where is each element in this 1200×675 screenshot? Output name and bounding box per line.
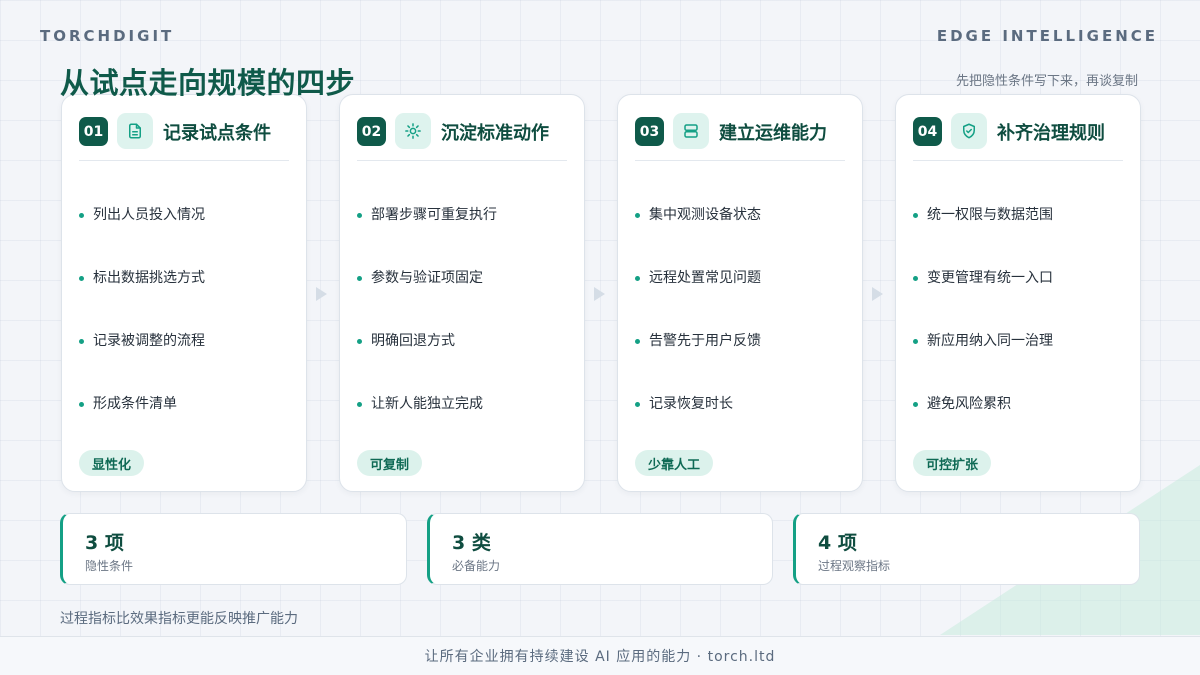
document-icon <box>117 113 153 149</box>
step-card-header: 01 记录试点条件 <box>79 111 289 161</box>
bullet-dot <box>357 276 362 281</box>
step-card-header: 03 建立运维能力 <box>635 111 845 161</box>
bullet-dot <box>635 276 640 281</box>
step-tag: 显性化 <box>79 450 145 476</box>
page-title: 从试点走向规模的四步 <box>60 66 356 100</box>
bullet-dot <box>79 339 84 344</box>
step-title: 记录试点条件 <box>163 123 271 144</box>
step-card-1: 01 记录试点条件 列出人员投入情况 标出数据挑选方式 记录被调整的流程 形成条… <box>61 94 307 492</box>
step-tag: 少靠人工 <box>635 450 714 476</box>
arrow-right-icon <box>872 287 883 301</box>
list-item: 部署步骤可重复执行 <box>357 205 574 268</box>
list-item: 变更管理有统一入口 <box>913 268 1130 331</box>
sun-icon <box>395 113 431 149</box>
stat-label: 必备能力 <box>452 559 501 573</box>
bullet-dot <box>79 276 84 281</box>
server-icon <box>673 113 709 149</box>
bullet-dot <box>913 339 918 344</box>
list-item: 标出数据挑选方式 <box>79 268 296 331</box>
list-item: 参数与验证项固定 <box>357 268 574 331</box>
stat-value: 3 类 <box>452 532 491 554</box>
list-item: 告警先于用户反馈 <box>635 331 852 394</box>
step-card-header: 02 沉淀标准动作 <box>357 111 567 161</box>
step-card-2: 02 沉淀标准动作 部署步骤可重复执行 参数与验证项固定 明确回退方式 让新人能… <box>339 94 585 492</box>
shield-check-icon <box>951 113 987 149</box>
list-item: 让新人能独立完成 <box>357 394 574 457</box>
step-item-list: 统一权限与数据范围 变更管理有统一入口 新应用纳入同一治理 避免风险累积 <box>913 205 1130 457</box>
stat-value: 4 项 <box>818 532 857 554</box>
bullet-dot <box>635 402 640 407</box>
list-item: 列出人员投入情况 <box>79 205 296 268</box>
step-title: 沉淀标准动作 <box>441 123 549 144</box>
stat-card-1: 3 项 隐性条件 <box>60 513 407 585</box>
list-item: 新应用纳入同一治理 <box>913 331 1130 394</box>
step-card-header: 04 补齐治理规则 <box>913 111 1123 161</box>
list-item: 集中观测设备状态 <box>635 205 852 268</box>
step-title: 补齐治理规则 <box>997 123 1105 144</box>
list-item: 避免风险累积 <box>913 394 1130 457</box>
list-item: 记录恢复时长 <box>635 394 852 457</box>
step-number: 02 <box>357 117 386 146</box>
footer-text: 让所有企业拥有持续建设 AI 应用的能力 · torch.ltd <box>424 649 776 665</box>
brand-tagline: EDGE INTELLIGENCE <box>936 27 1158 45</box>
bullet-dot <box>635 213 640 218</box>
step-card-3: 03 建立运维能力 集中观测设备状态 远程处置常见问题 告警先于用户反馈 记录恢… <box>617 94 863 492</box>
stat-value: 3 项 <box>85 532 124 554</box>
stat-card-2: 3 类 必备能力 <box>427 513 773 585</box>
bullet-dot <box>357 402 362 407</box>
step-item-list: 部署步骤可重复执行 参数与验证项固定 明确回退方式 让新人能独立完成 <box>357 205 574 457</box>
list-item: 形成条件清单 <box>79 394 296 457</box>
stat-card-3: 4 项 过程观察指标 <box>793 513 1140 585</box>
step-number: 01 <box>79 117 108 146</box>
bullet-dot <box>913 402 918 407</box>
step-item-list: 集中观测设备状态 远程处置常见问题 告警先于用户反馈 记录恢复时长 <box>635 205 852 457</box>
stat-label: 过程观察指标 <box>818 559 891 573</box>
arrow-right-icon <box>316 287 327 301</box>
bullet-dot <box>357 339 362 344</box>
step-number: 04 <box>913 117 942 146</box>
list-item: 远程处置常见问题 <box>635 268 852 331</box>
bullet-dot <box>913 276 918 281</box>
step-item-list: 列出人员投入情况 标出数据挑选方式 记录被调整的流程 形成条件清单 <box>79 205 296 457</box>
page-subtitle: 先把隐性条件写下来，再谈复制 <box>955 74 1138 89</box>
arrow-right-icon <box>594 287 605 301</box>
step-title: 建立运维能力 <box>719 123 827 144</box>
stat-label: 隐性条件 <box>85 559 134 573</box>
list-item: 统一权限与数据范围 <box>913 205 1130 268</box>
footer: 让所有企业拥有持续建设 AI 应用的能力 · torch.ltd <box>0 636 1200 675</box>
list-item: 记录被调整的流程 <box>79 331 296 394</box>
brand-name: TORCHDIGIT <box>40 27 175 45</box>
bullet-dot <box>79 213 84 218</box>
bullet-dot <box>357 213 362 218</box>
bullet-dot <box>913 213 918 218</box>
step-card-4: 04 补齐治理规则 统一权限与数据范围 变更管理有统一入口 新应用纳入同一治理 … <box>895 94 1141 492</box>
step-number: 03 <box>635 117 664 146</box>
step-tag: 可复制 <box>357 450 423 476</box>
step-tag: 可控扩张 <box>913 450 992 476</box>
bullet-dot <box>635 339 640 344</box>
bullet-dot <box>79 402 84 407</box>
footnote: 过程指标比效果指标更能反映推广能力 <box>60 611 298 627</box>
list-item: 明确回退方式 <box>357 331 574 394</box>
